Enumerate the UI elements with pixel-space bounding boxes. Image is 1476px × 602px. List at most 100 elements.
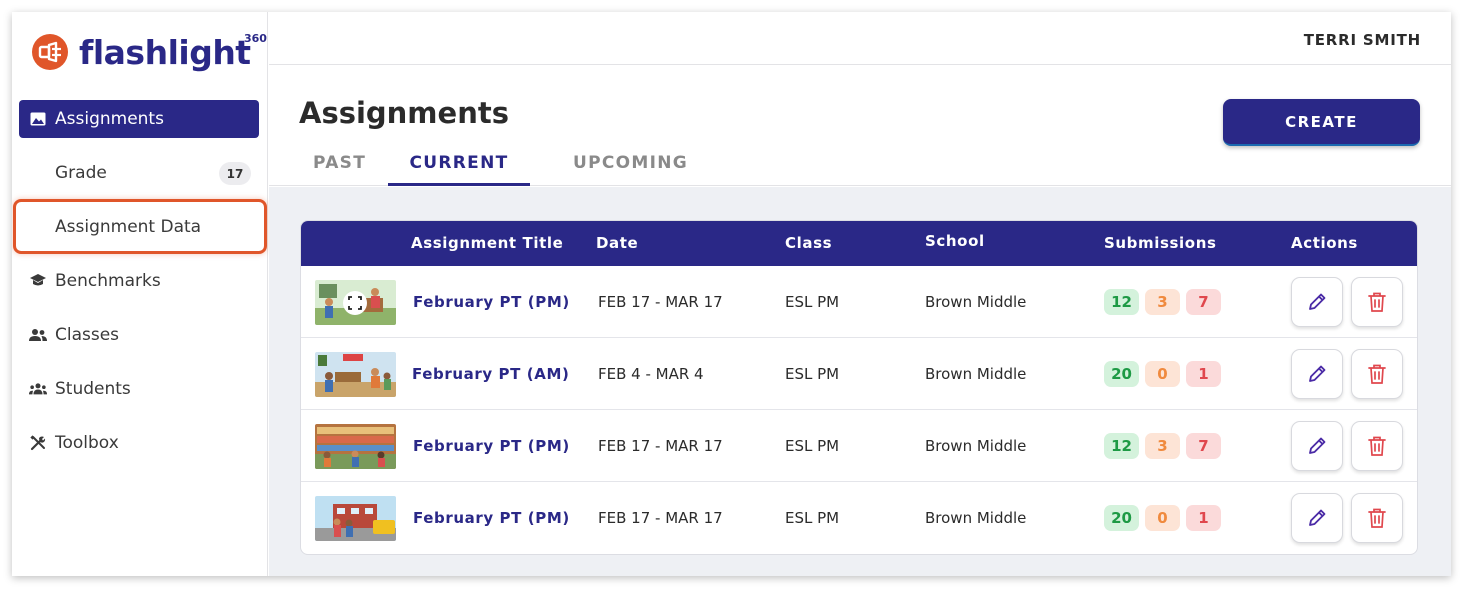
sidebar: flashlight 360 Assignments Grade 17 Assi… — [12, 12, 268, 576]
group-icon — [29, 380, 47, 398]
assignment-thumbnail[interactable] — [315, 352, 396, 397]
sidebar-nav: Assignments Grade 17 Assignment Data Ben… — [19, 100, 259, 478]
submissions-missing-badge[interactable]: 1 — [1186, 505, 1221, 531]
trash-icon — [1368, 508, 1386, 528]
page-title: Assignments — [299, 96, 509, 130]
submissions-missing-badge[interactable]: 7 — [1186, 289, 1221, 315]
users-icon — [29, 326, 47, 344]
edit-button[interactable] — [1291, 493, 1343, 543]
create-button[interactable]: CREATE — [1223, 99, 1420, 146]
assignment-title-link[interactable]: February PT (PM) — [413, 410, 570, 482]
user-name[interactable]: TERRI SMITH — [1304, 31, 1421, 49]
assignment-date: FEB 17 - MAR 17 — [598, 437, 723, 455]
edit-button[interactable] — [1291, 349, 1343, 399]
submissions-counts: 12 3 7 — [1104, 410, 1227, 482]
assignment-date: FEB 17 - MAR 17 — [598, 293, 723, 311]
edit-button[interactable] — [1291, 421, 1343, 471]
column-header-school: School — [925, 232, 985, 250]
submissions-counts: 20 0 1 — [1104, 338, 1227, 410]
pencil-icon — [1309, 437, 1326, 454]
table-row[interactable]: February PT (AM) FEB 4 - MAR 4 ESL PM Br… — [301, 338, 1417, 410]
column-header-title: Assignment Title — [411, 234, 564, 252]
assignment-school: Brown Middle — [925, 437, 1027, 455]
table-row[interactable]: February PT (PM) FEB 17 - MAR 17 ESL PM … — [301, 482, 1417, 554]
assignment-date: FEB 4 - MAR 4 — [598, 365, 704, 383]
logo-text: flashlight — [79, 32, 251, 72]
assignment-class: ESL PM — [785, 437, 840, 455]
submissions-pending-badge[interactable]: 3 — [1145, 433, 1180, 459]
logo[interactable]: flashlight 360 — [31, 30, 267, 74]
submissions-complete-badge[interactable]: 20 — [1104, 505, 1139, 531]
sidebar-item-classes[interactable]: Classes — [19, 316, 259, 354]
column-header-date: Date — [596, 234, 639, 252]
tab-current[interactable]: CURRENT — [388, 153, 530, 186]
sidebar-item-label: Students — [55, 379, 131, 399]
flashlight-logo-icon — [32, 34, 68, 70]
submissions-complete-badge[interactable]: 12 — [1104, 289, 1139, 315]
sidebar-item-students[interactable]: Students — [19, 370, 259, 408]
assignment-class: ESL PM — [785, 509, 840, 527]
assignment-date: FEB 17 - MAR 17 — [598, 509, 723, 527]
submissions-missing-badge[interactable]: 7 — [1186, 433, 1221, 459]
app-window: flashlight 360 Assignments Grade 17 Assi… — [12, 12, 1451, 576]
assignment-thumbnail[interactable] — [315, 496, 396, 541]
delete-button[interactable] — [1351, 277, 1403, 327]
assignment-thumbnail[interactable] — [315, 280, 396, 325]
delete-button[interactable] — [1351, 421, 1403, 471]
assignment-school: Brown Middle — [925, 293, 1027, 311]
table-row[interactable]: February PT (PM) FEB 17 - MAR 17 ESL PM … — [301, 410, 1417, 482]
delete-button[interactable] — [1351, 349, 1403, 399]
main-content: Assignment Title Date Class School Submi… — [269, 187, 1451, 576]
pencil-icon — [1309, 509, 1326, 526]
assignment-tabs: PAST CURRENT UPCOMING — [313, 153, 687, 186]
assignment-class: ESL PM — [785, 293, 840, 311]
column-header-submissions: Submissions — [1104, 234, 1217, 252]
assignment-title-link[interactable]: February PT (PM) — [413, 482, 570, 554]
sidebar-item-label: Benchmarks — [55, 271, 161, 291]
top-bar: TERRI SMITH — [269, 12, 1451, 65]
assignment-school: Brown Middle — [925, 509, 1027, 527]
submissions-complete-badge[interactable]: 20 — [1104, 361, 1139, 387]
sidebar-item-toolbox[interactable]: Toolbox — [19, 424, 259, 462]
trash-icon — [1368, 364, 1386, 384]
column-header-class: Class — [785, 234, 833, 252]
table-header: Assignment Title Date Class School Submi… — [301, 221, 1417, 266]
assignment-title-link[interactable]: February PT (PM) — [413, 266, 570, 338]
assignment-thumbnail[interactable] — [315, 424, 396, 469]
assignment-title-link[interactable]: February PT (AM) — [412, 338, 569, 410]
submissions-missing-badge[interactable]: 1 — [1186, 361, 1221, 387]
tab-upcoming[interactable]: UPCOMING — [573, 153, 713, 186]
grade-count-badge: 17 — [219, 162, 251, 185]
pencil-icon — [1309, 293, 1326, 310]
sidebar-item-label: Assignments — [55, 109, 164, 129]
sidebar-item-assignment-data[interactable]: Assignment Data — [19, 208, 259, 246]
logo-superscript: 360 — [244, 32, 267, 45]
submissions-pending-badge[interactable]: 3 — [1145, 289, 1180, 315]
assignments-table: Assignment Title Date Class School Submi… — [300, 220, 1418, 555]
trash-icon — [1368, 436, 1386, 456]
submissions-counts: 20 0 1 — [1104, 482, 1227, 554]
submissions-pending-badge[interactable]: 0 — [1145, 505, 1180, 531]
sidebar-item-label: Toolbox — [55, 433, 119, 453]
sidebar-item-benchmarks[interactable]: Benchmarks — [19, 262, 259, 300]
submissions-counts: 12 3 7 — [1104, 266, 1227, 338]
table-row[interactable]: February PT (PM) FEB 17 - MAR 17 ESL PM … — [301, 266, 1417, 338]
sidebar-item-label: Classes — [55, 325, 120, 345]
assignment-school: Brown Middle — [925, 365, 1027, 383]
pencil-icon — [1309, 365, 1326, 382]
assignment-class: ESL PM — [785, 365, 840, 383]
image-icon — [29, 110, 47, 128]
submissions-pending-badge[interactable]: 0 — [1145, 361, 1180, 387]
tools-icon — [29, 434, 47, 452]
delete-button[interactable] — [1351, 493, 1403, 543]
trash-icon — [1368, 292, 1386, 312]
sidebar-item-assignments[interactable]: Assignments — [19, 100, 259, 138]
graduation-cap-icon — [29, 272, 47, 290]
page-header: Assignments CREATE PAST CURRENT UPCOMING — [269, 66, 1451, 186]
submissions-complete-badge[interactable]: 12 — [1104, 433, 1139, 459]
column-header-actions: Actions — [1291, 234, 1358, 252]
sidebar-item-label: Grade — [55, 163, 107, 183]
edit-button[interactable] — [1291, 277, 1343, 327]
sidebar-item-label: Assignment Data — [55, 217, 202, 237]
sidebar-item-grade[interactable]: Grade 17 — [19, 154, 259, 192]
